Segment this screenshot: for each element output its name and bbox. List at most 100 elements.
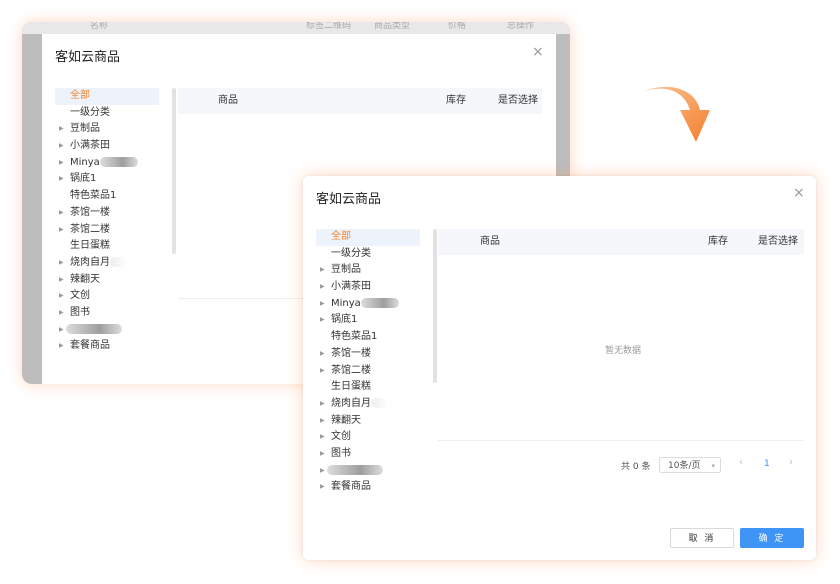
tree-item[interactable]: ▶ 茶馆二楼: [55, 222, 159, 239]
tree-item[interactable]: ▶ 茶馆二楼: [316, 363, 420, 380]
confirm-button[interactable]: 确 定: [740, 528, 804, 548]
caret-right-icon[interactable]: ▶: [59, 222, 64, 239]
redacted-label-blur: [327, 464, 383, 475]
tree-item[interactable]: 生日蛋糕: [55, 238, 159, 255]
tree-item[interactable]: ▶ Minya: [316, 296, 420, 313]
caret-right-icon[interactable]: ▶: [59, 272, 64, 289]
tree-item[interactable]: 全部: [55, 88, 159, 105]
column-header-stock: 库存: [708, 236, 728, 247]
tree-item[interactable]: 生日蛋糕: [316, 379, 420, 396]
close-icon[interactable]: ×: [532, 44, 544, 60]
cancel-button[interactable]: 取 消: [670, 528, 734, 548]
tree-item-label: 一级分类: [331, 247, 371, 259]
caret-right-icon[interactable]: ▶: [59, 171, 64, 188]
next-page-icon[interactable]: ›: [789, 457, 793, 468]
caret-right-icon[interactable]: ▶: [59, 138, 64, 155]
tree-item-label: 套餐商品: [70, 340, 110, 352]
tree-item-label: 文创: [331, 431, 351, 443]
page-size-value: 10条/页: [668, 461, 701, 471]
tree-item-label: Minya: [70, 156, 100, 168]
tree-item-label: 辣翻天: [331, 414, 361, 426]
tree-item-label: 特色菜品1: [70, 190, 117, 202]
tree-item-label: 豆制品: [331, 264, 361, 276]
page-size-select[interactable]: 10条/页 ▾: [659, 457, 721, 473]
tree-item[interactable]: ▶ 辣翻天: [316, 413, 420, 430]
redacted-label-blur: [371, 397, 389, 408]
tree-item[interactable]: ▶ 小满茶田: [316, 279, 420, 296]
tree-item[interactable]: ▶ 烧肉自月: [55, 255, 159, 272]
tree-item[interactable]: 特色菜品1: [55, 188, 159, 205]
column-header-product: 商品: [218, 95, 238, 106]
redacted-label-blur: [99, 156, 138, 167]
tree-item[interactable]: ▶ 套餐商品: [55, 338, 159, 355]
caret-right-icon[interactable]: ▶: [59, 205, 64, 222]
tree-item[interactable]: ▶ 茶馆一楼: [316, 346, 420, 363]
background-header-strip: 名称 标签二维码 商品类型 价格 总操作: [22, 22, 570, 34]
bg-header-label: 商品类型: [374, 22, 411, 31]
tree-item[interactable]: ▶ 小满茶田: [55, 138, 159, 155]
tree-item[interactable]: ▶ 锅底1: [316, 312, 420, 329]
caret-right-icon[interactable]: ▶: [320, 463, 325, 480]
redacted-label-blur: [360, 297, 399, 308]
tree-item[interactable]: ▶ 茶馆一楼: [55, 205, 159, 222]
caret-right-icon[interactable]: ▶: [59, 338, 64, 355]
column-header-select: 是否选择: [498, 95, 538, 106]
caret-right-icon[interactable]: ▶: [320, 279, 325, 296]
tree-item[interactable]: ▶ 烧肉自月: [316, 396, 420, 413]
tree-item-label: 生日蛋糕: [331, 381, 371, 393]
caret-right-icon[interactable]: ▶: [59, 305, 64, 322]
bg-header-label: 标签二维码: [306, 22, 352, 31]
dialog-title: 客如云商品: [55, 50, 121, 65]
table-divider: [438, 440, 804, 441]
tree-item[interactable]: ▶ 锅底1: [55, 171, 159, 188]
caret-right-icon[interactable]: ▶: [320, 296, 325, 313]
tree-item[interactable]: ▶ 豆制品: [55, 121, 159, 138]
page-number-current[interactable]: 1: [764, 459, 770, 469]
tree-scrollbar[interactable]: [433, 229, 437, 383]
tree-item[interactable]: ▶: [316, 463, 420, 480]
tree-item[interactable]: ▶ 辣翻天: [55, 272, 159, 289]
caret-right-icon[interactable]: ▶: [59, 121, 64, 138]
tree-item[interactable]: ▶: [55, 322, 159, 339]
tree-item[interactable]: ▶ 套餐商品: [316, 479, 420, 496]
caret-right-icon[interactable]: ▶: [320, 479, 325, 496]
close-icon[interactable]: ×: [793, 185, 805, 201]
caret-right-icon[interactable]: ▶: [59, 288, 64, 305]
tree-item[interactable]: ▶ 豆制品: [316, 262, 420, 279]
caret-right-icon[interactable]: ▶: [320, 262, 325, 279]
table-header: 商品 库存 是否选择: [178, 88, 542, 114]
tree-item-label: 豆制品: [70, 123, 100, 135]
tree-item-label: 小满茶田: [331, 281, 371, 293]
tree-item[interactable]: ▶ Minya: [55, 155, 159, 172]
caret-right-icon[interactable]: ▶: [320, 363, 325, 380]
tree-item[interactable]: ▶ 图书: [316, 446, 420, 463]
caret-right-icon[interactable]: ▶: [320, 413, 325, 430]
tree-item[interactable]: ▶ 文创: [55, 288, 159, 305]
tree-scrollbar[interactable]: [172, 88, 176, 254]
tree-item[interactable]: 一级分类: [55, 105, 159, 122]
empty-state-text: 暂无数据: [605, 346, 642, 356]
tree-item-label: 茶馆一楼: [70, 206, 110, 218]
bg-header-label: 价格: [448, 22, 467, 31]
tree-item-label: 图书: [331, 447, 351, 459]
tree-item[interactable]: 全部: [316, 229, 420, 246]
caret-right-icon[interactable]: ▶: [320, 396, 325, 413]
caret-right-icon[interactable]: ▶: [320, 446, 325, 463]
caret-right-icon[interactable]: ▶: [320, 312, 325, 329]
caret-right-icon[interactable]: ▶: [59, 322, 64, 339]
caret-right-icon[interactable]: ▶: [320, 429, 325, 446]
caret-right-icon[interactable]: ▶: [59, 255, 64, 272]
product-select-dialog: 客如云商品 × 全部 一级分类 ▶ 豆制品 ▶ 小满茶田 ▶ Minya ▶ 锅底1 特色菜品1 ▶ 茶…: [303, 176, 816, 560]
prev-page-icon[interactable]: ‹: [739, 457, 743, 468]
tree-item-label: 全部: [70, 90, 90, 101]
tree-item[interactable]: 特色菜品1: [316, 329, 420, 346]
caret-right-icon[interactable]: ▶: [320, 346, 325, 363]
caret-right-icon[interactable]: ▶: [59, 155, 64, 172]
tree-item-label: 套餐商品: [331, 481, 371, 493]
tree-item[interactable]: ▶ 图书: [55, 305, 159, 322]
category-tree: 全部 一级分类 ▶ 豆制品 ▶ 小满茶田 ▶ Minya ▶ 锅底1 特色菜品1 ▶ 茶馆一楼 ▶ 茶馆二楼…: [316, 229, 420, 496]
tree-item[interactable]: ▶ 文创: [316, 429, 420, 446]
tree-item-label: 小满茶田: [70, 140, 110, 152]
pagination-total: 共 0 条: [621, 462, 651, 472]
tree-item[interactable]: 一级分类: [316, 246, 420, 263]
